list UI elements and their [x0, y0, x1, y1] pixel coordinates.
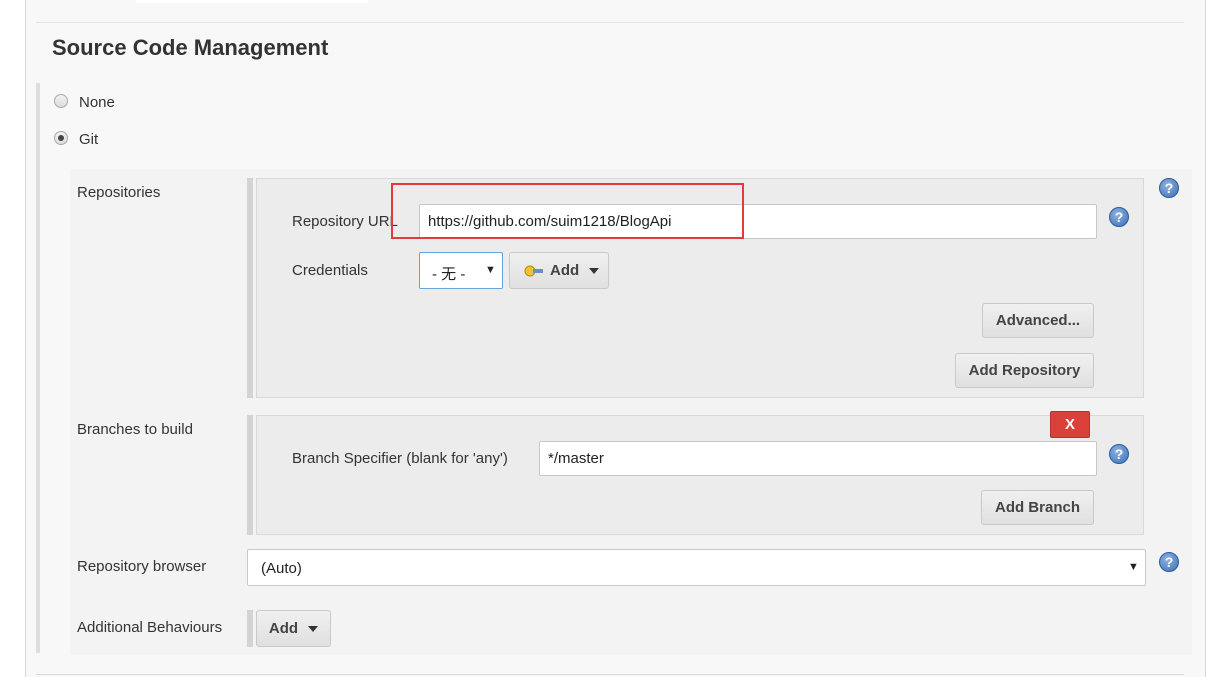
repository-browser-help-icon[interactable] [1159, 552, 1179, 572]
additional-behaviours-add-button[interactable]: Add [256, 610, 331, 647]
additional-behaviours-add-label: Add [268, 620, 299, 637]
key-icon [524, 265, 543, 276]
add-repository-button[interactable]: Add Repository [955, 353, 1094, 388]
chevron-down-icon [589, 267, 600, 274]
branch-specifier-help-icon[interactable] [1109, 444, 1129, 464]
repository-browser-label: Repository browser [77, 558, 207, 575]
chevron-down-icon [308, 625, 319, 632]
credentials-label: Credentials [292, 262, 368, 279]
section-title: Source Code Management [52, 35, 329, 60]
radio-git[interactable] [54, 131, 68, 145]
additional-behaviours-label: Additional Behaviours [77, 619, 223, 636]
radio-git-label[interactable]: Git [79, 130, 98, 150]
radio-none-label[interactable]: None [79, 93, 115, 113]
repositories-help-icon[interactable] [1159, 178, 1179, 198]
bottom-divider [36, 674, 1184, 675]
highlight-rectangle [391, 183, 744, 239]
credentials-add-button[interactable]: Add [509, 252, 609, 289]
repository-url-help-icon[interactable] [1109, 207, 1129, 227]
repository-url-label: Repository URL [292, 213, 398, 230]
repositories-bar [247, 178, 253, 398]
top-tab-strip [136, 0, 368, 3]
add-branch-button[interactable]: Add Branch [981, 490, 1094, 525]
section-left-bar [36, 83, 40, 653]
advanced-button[interactable]: Advanced... [982, 303, 1094, 338]
branches-label: Branches to build [77, 421, 193, 438]
branches-bar [247, 415, 253, 535]
select-arrow-icon: ▼ [1128, 561, 1139, 573]
radio-none[interactable] [54, 94, 68, 108]
top-divider [36, 22, 1184, 23]
credentials-select-value: - 无 - [432, 266, 466, 283]
repository-browser-select[interactable]: (Auto) ▼ [247, 549, 1146, 586]
credentials-select[interactable]: - 无 - ▼ [419, 252, 503, 289]
branch-specifier-input[interactable]: */master [539, 441, 1097, 476]
branch-specifier-label: Branch Specifier (blank for 'any') [292, 450, 508, 467]
credentials-add-label: Add [550, 262, 580, 279]
delete-branch-button[interactable]: X [1050, 411, 1090, 438]
repositories-label: Repositories [77, 184, 161, 201]
repository-browser-value: (Auto) [261, 560, 302, 577]
additional-behaviours-bar [247, 610, 253, 647]
select-arrow-icon: ▼ [485, 264, 496, 276]
